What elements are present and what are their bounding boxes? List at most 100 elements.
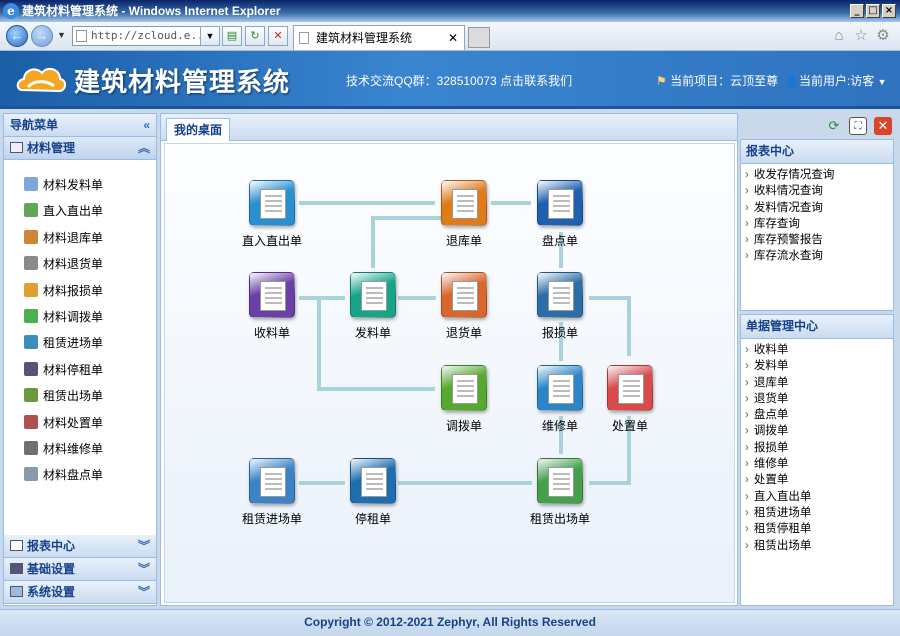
- section-material-management[interactable]: 材料管理 ︽: [4, 137, 156, 160]
- qq-contact-link[interactable]: 技术交流QQ群：328510073 点击联系我们: [346, 72, 572, 89]
- flag-icon: ⚑: [656, 74, 671, 88]
- document-link[interactable]: 报损单: [745, 440, 893, 456]
- workflow-connector: [317, 296, 321, 389]
- minimize-button[interactable]: _: [850, 4, 864, 18]
- workflow-node-icon[interactable]: [537, 365, 583, 411]
- sidebar-item[interactable]: 直入直出单: [24, 201, 103, 221]
- document-center-panel: 单据管理中心 收料单发料单退库单退货单盘点单调拨单报损单维修单处置单直入直出单租…: [740, 314, 894, 606]
- sidebar-item[interactable]: 材料处置单: [24, 413, 103, 433]
- document-link[interactable]: 调拨单: [745, 423, 893, 439]
- report-link[interactable]: 库存预警报告: [745, 232, 893, 248]
- workflow-node-label[interactable]: 退库单: [424, 232, 504, 249]
- sidebar-item[interactable]: 材料盘点单: [24, 465, 103, 485]
- sidebar-item[interactable]: 材料停租单: [24, 360, 103, 380]
- document-link[interactable]: 租赁进场单: [745, 505, 893, 521]
- workflow-node-label[interactable]: 调拨单: [424, 417, 504, 434]
- current-project[interactable]: ⚑ 当前项目：云顶至尊: [656, 72, 778, 89]
- tab-my-desktop[interactable]: 我的桌面: [166, 118, 230, 141]
- report-link[interactable]: 库存查询: [745, 216, 893, 232]
- fullscreen-icon[interactable]: ⛶: [849, 117, 867, 135]
- workflow-node-icon[interactable]: [441, 272, 487, 318]
- document-link[interactable]: 租赁出场单: [745, 538, 893, 554]
- document-link[interactable]: 收料单: [745, 342, 893, 358]
- workflow-node-label[interactable]: 发料单: [333, 324, 413, 341]
- close-icon[interactable]: ✕: [874, 117, 892, 135]
- report-link[interactable]: 收发存情况查询: [745, 167, 893, 183]
- workflow-node-icon[interactable]: [249, 180, 295, 226]
- workflow-node-label[interactable]: 维修单: [520, 417, 600, 434]
- workflow-node-label[interactable]: 退货单: [424, 324, 504, 341]
- sidebar-item-label: 材料调拨单: [43, 310, 104, 324]
- maximize-button[interactable]: □: [866, 4, 880, 18]
- document-center-title: 单据管理中心: [741, 315, 893, 339]
- document-icon: [452, 189, 478, 219]
- document-icon: [361, 281, 387, 311]
- forward-arrow-icon[interactable]: →: [31, 25, 53, 47]
- sidebar-item[interactable]: 材料调拨单: [24, 307, 103, 327]
- document-icon: [24, 335, 38, 350]
- new-tab-button[interactable]: [468, 27, 490, 48]
- workflow-node-icon[interactable]: [537, 180, 583, 226]
- report-link[interactable]: 库存流水查询: [745, 248, 893, 264]
- workflow-node-icon[interactable]: [441, 365, 487, 411]
- sidebar-item[interactable]: 材料发料单: [24, 175, 103, 195]
- current-user-menu[interactable]: 👤当前用户:访客 ▼: [784, 72, 887, 89]
- document-icon: [24, 361, 38, 376]
- workflow-node-label[interactable]: 处置单: [590, 417, 670, 434]
- back-arrow-icon[interactable]: ←: [6, 25, 28, 47]
- workflow-node-icon[interactable]: [537, 272, 583, 318]
- history-dropdown-icon[interactable]: ▼: [57, 30, 66, 40]
- document-link[interactable]: 直入直出单: [745, 489, 893, 505]
- favorites-star-icon[interactable]: ☆: [852, 27, 870, 45]
- section-report-center[interactable]: 报表中心 ︾: [4, 535, 156, 558]
- workflow-connector: [398, 296, 436, 300]
- workflow-node-label[interactable]: 盘点单: [520, 232, 600, 249]
- document-icon: [24, 256, 38, 271]
- stop-icon[interactable]: ✕: [268, 26, 288, 46]
- sidebar-item[interactable]: 租赁出场单: [24, 386, 103, 406]
- report-link[interactable]: 发料情况查询: [745, 200, 893, 216]
- sidebar-item[interactable]: 材料维修单: [24, 439, 103, 459]
- collapse-left-icon[interactable]: «: [143, 114, 150, 136]
- workflow-node-icon[interactable]: [537, 458, 583, 504]
- workflow-node-label[interactable]: 租赁出场单: [520, 510, 600, 527]
- section-title: 基础设置: [27, 562, 76, 576]
- sidebar-item[interactable]: 材料退货单: [24, 254, 103, 274]
- address-bar[interactable]: http://zcloud.e...: [72, 26, 217, 46]
- home-icon[interactable]: ⌂: [830, 27, 848, 45]
- section-system-settings[interactable]: 系统设置 ︾: [4, 581, 156, 604]
- workflow-node-icon[interactable]: [249, 458, 295, 504]
- close-window-button[interactable]: ×: [882, 4, 896, 18]
- refresh-icon[interactable]: ↻: [245, 26, 265, 46]
- document-link[interactable]: 盘点单: [745, 407, 893, 423]
- section-basic-settings[interactable]: 基础设置 ︾: [4, 558, 156, 581]
- footer: Copyright © 2012-2021 Zephyr, All Rights…: [0, 609, 900, 636]
- workflow-node-label[interactable]: 报损单: [520, 324, 600, 341]
- sidebar-item[interactable]: 材料报损单: [24, 281, 103, 301]
- browser-tab[interactable]: 建筑材料管理系统 ✕: [293, 25, 465, 50]
- workflow-node-label[interactable]: 租赁进场单: [232, 510, 312, 527]
- workflow-node-icon[interactable]: [441, 180, 487, 226]
- workflow-node-icon[interactable]: [607, 365, 653, 411]
- sidebar-item[interactable]: 租赁进场单: [24, 333, 103, 353]
- document-link[interactable]: 退货单: [745, 391, 893, 407]
- tab-close-button[interactable]: ✕: [448, 26, 458, 50]
- document-link[interactable]: 退库单: [745, 375, 893, 391]
- document-link[interactable]: 处置单: [745, 472, 893, 488]
- gear-icon[interactable]: ⚙: [874, 27, 892, 45]
- workflow-node-label[interactable]: 收料单: [232, 324, 312, 341]
- compat-view-icon[interactable]: ▤: [222, 26, 242, 46]
- workflow-node-icon[interactable]: [249, 272, 295, 318]
- workflow-node-icon[interactable]: [350, 272, 396, 318]
- document-link[interactable]: 发料单: [745, 358, 893, 374]
- workflow-node-label[interactable]: 直入直出单: [232, 232, 312, 249]
- workflow-node-icon[interactable]: [350, 458, 396, 504]
- document-link[interactable]: 租赁停租单: [745, 521, 893, 537]
- sidebar-item[interactable]: 材料退库单: [24, 228, 103, 248]
- document-icon: [548, 281, 574, 311]
- workflow-node-label[interactable]: 停租单: [333, 510, 413, 527]
- document-link[interactable]: 维修单: [745, 456, 893, 472]
- refresh-icon[interactable]: ⟳: [825, 117, 843, 135]
- report-link[interactable]: 收料情况查询: [745, 183, 893, 199]
- address-dropdown-icon[interactable]: ▼: [200, 26, 220, 46]
